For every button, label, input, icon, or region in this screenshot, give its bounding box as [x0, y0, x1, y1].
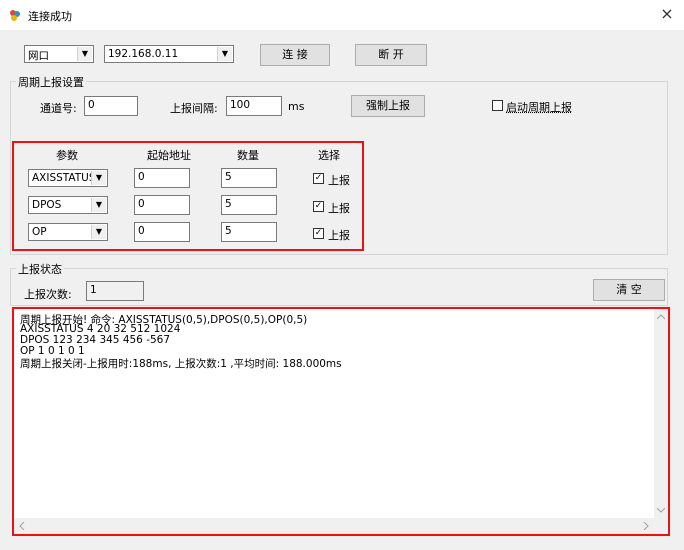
count-value-1: 5	[225, 171, 232, 183]
start-address-value-3: 0	[138, 225, 145, 237]
interval-value: 100	[230, 99, 251, 111]
force-report-button[interactable]: 强制上报	[351, 95, 425, 117]
header-start-address: 起始地址	[147, 149, 191, 162]
chevron-down-icon: ▼	[91, 198, 106, 212]
report-count-value: 1	[90, 284, 97, 296]
chevron-left-icon[interactable]	[19, 522, 25, 530]
report-label-1: 上报	[328, 174, 350, 187]
param-select-2[interactable]: DPOS ▼	[28, 196, 108, 214]
close-icon[interactable]: ×	[657, 4, 677, 24]
report-count-field: 1	[86, 281, 144, 301]
ip-address-value: 192.168.0.11	[108, 48, 179, 60]
interval-input[interactable]: 100	[226, 96, 282, 116]
disconnect-button[interactable]: 断 开	[355, 44, 427, 66]
title-bar	[0, 0, 684, 30]
param-select-1[interactable]: AXISSTATUS ▼	[28, 169, 108, 187]
channel-label: 通道号:	[40, 102, 77, 115]
log-vertical-scrollbar[interactable]	[654, 309, 668, 518]
count-value-2: 5	[225, 198, 232, 210]
report-label-2: 上报	[328, 202, 350, 215]
count-input-2[interactable]: 5	[221, 195, 277, 215]
start-periodic-label[interactable]: 启动周期上报	[506, 99, 572, 115]
chevron-down-icon[interactable]	[657, 507, 665, 513]
start-address-input-2[interactable]: 0	[134, 195, 190, 215]
ip-address-select[interactable]: 192.168.0.11 ▼	[104, 45, 234, 63]
interval-label: 上报间隔:	[170, 102, 218, 115]
channel-value: 0	[88, 99, 95, 111]
param-select-3[interactable]: OP ▼	[28, 223, 108, 241]
window-title: 连接成功	[28, 10, 72, 23]
chevron-down-icon: ▼	[91, 225, 106, 239]
report-checkbox-3[interactable]: ✓	[313, 228, 324, 239]
param-value-2: DPOS	[32, 199, 62, 211]
chevron-down-icon: ▼	[91, 171, 106, 185]
report-settings-group-label: 周期上报设置	[16, 74, 86, 90]
clear-button[interactable]: 清 空	[593, 279, 665, 301]
chevron-down-icon: ▼	[77, 47, 92, 61]
report-checkbox-2[interactable]: ✓	[313, 201, 324, 212]
header-select: 选择	[318, 149, 340, 162]
chevron-down-icon: ▼	[217, 47, 232, 61]
report-count-label: 上报次数:	[24, 288, 72, 301]
scrollbar-corner	[654, 518, 668, 534]
channel-input[interactable]: 0	[84, 96, 138, 116]
count-value-3: 5	[225, 225, 232, 237]
header-param: 参数	[56, 149, 78, 162]
interval-unit: ms	[288, 100, 305, 113]
param-value-1: AXISSTATUS	[32, 172, 96, 184]
report-checkbox-1[interactable]: ✓	[313, 173, 324, 184]
app-icon	[10, 10, 20, 21]
start-address-value-2: 0	[138, 198, 145, 210]
connection-type-select[interactable]: 网口 ▼	[24, 45, 94, 63]
header-count: 数量	[237, 149, 259, 162]
param-value-3: OP	[32, 226, 47, 238]
start-address-input-3[interactable]: 0	[134, 222, 190, 242]
chevron-up-icon[interactable]	[657, 314, 665, 320]
log-line-5: 周期上报关闭-上报用时:188ms, 上报次数:1 ,平均时间: 188.000…	[20, 358, 342, 370]
count-input-1[interactable]: 5	[221, 168, 277, 188]
start-periodic-checkbox[interactable]	[492, 100, 503, 111]
report-status-group-label: 上报状态	[16, 261, 64, 277]
connect-button[interactable]: 连 接	[260, 44, 330, 66]
log-horizontal-scrollbar[interactable]	[14, 518, 654, 534]
report-label-3: 上报	[328, 229, 350, 242]
chevron-right-icon[interactable]	[643, 522, 649, 530]
log-textarea[interactable]: 周期上报开始! 命令: AXISSTATUS(0,5),DPOS(0,5),OP…	[14, 309, 654, 518]
start-address-input-1[interactable]: 0	[134, 168, 190, 188]
connection-type-value: 网口	[28, 50, 49, 62]
count-input-3[interactable]: 5	[221, 222, 277, 242]
start-address-value-1: 0	[138, 171, 145, 183]
